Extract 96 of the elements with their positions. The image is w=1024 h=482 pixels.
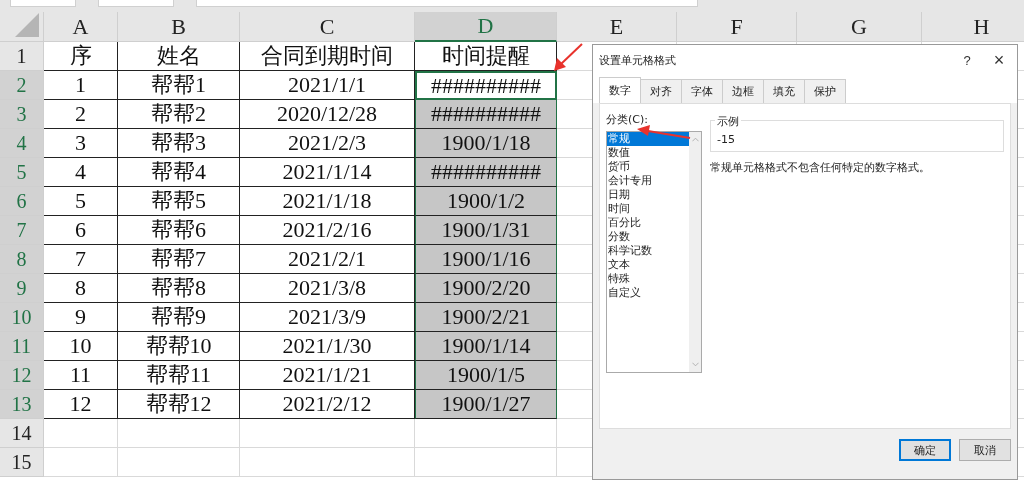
select-all-corner[interactable] <box>0 12 44 42</box>
dialog-button[interactable]: 取消 <box>959 439 1011 461</box>
row-header[interactable]: 4 <box>0 129 44 158</box>
scrollbar[interactable] <box>689 132 701 372</box>
row-header[interactable]: 12 <box>0 361 44 390</box>
row-header[interactable]: 15 <box>0 448 44 477</box>
table-cell: 4 <box>44 158 118 187</box>
table-cell: 1900/1/31 <box>415 216 557 245</box>
help-button[interactable]: ? <box>953 48 981 72</box>
row-header[interactable]: 10 <box>0 303 44 332</box>
table-cell: 帮帮3 <box>118 129 240 158</box>
table-cell: 帮帮12 <box>118 390 240 419</box>
row-header[interactable]: 2 <box>0 71 44 100</box>
table-cell: 10 <box>44 332 118 361</box>
table-cell: 1900/1/5 <box>415 361 557 390</box>
table-cell: ########## <box>415 100 557 129</box>
category-item[interactable]: 分数 <box>607 230 689 244</box>
table-cell: 1900/1/27 <box>415 390 557 419</box>
category-item[interactable]: 日期 <box>607 188 689 202</box>
close-button[interactable]: × <box>985 48 1013 72</box>
table-cell: 3 <box>44 129 118 158</box>
column-header[interactable]: G <box>797 12 922 42</box>
row-header[interactable]: 8 <box>0 245 44 274</box>
table-cell: 帮帮11 <box>118 361 240 390</box>
category-item[interactable]: 特殊 <box>607 272 689 286</box>
column-header[interactable]: B <box>118 12 240 42</box>
dialog-button[interactable]: 确定 <box>899 439 951 461</box>
column-header[interactable]: C <box>240 12 415 42</box>
dialog-tab[interactable]: 保护 <box>804 79 846 103</box>
table-cell: 1900/1/18 <box>415 129 557 158</box>
sample-label: 示例 <box>715 114 741 129</box>
table-cell: 11 <box>44 361 118 390</box>
row-header[interactable]: 7 <box>0 216 44 245</box>
table-cell: 9 <box>44 303 118 332</box>
table-cell: 8 <box>44 274 118 303</box>
table-cell: 合同到期时间 <box>240 42 415 71</box>
table-cell: 1 <box>44 71 118 100</box>
column-header[interactable]: E <box>557 12 677 42</box>
category-label: 分类(C): <box>606 112 649 127</box>
category-item[interactable]: 数值 <box>607 146 689 160</box>
table-cell: 姓名 <box>118 42 240 71</box>
table-cell: 5 <box>44 187 118 216</box>
row-header[interactable]: 13 <box>0 390 44 419</box>
dialog-title: 设置单元格格式 <box>599 52 677 68</box>
table-cell: 7 <box>44 245 118 274</box>
column-header[interactable]: H <box>922 12 1024 42</box>
category-item[interactable]: 常规 <box>607 132 689 146</box>
table-cell: 帮帮10 <box>118 332 240 361</box>
sample-value: -15 <box>717 132 735 146</box>
table-cell: 序 <box>44 42 118 71</box>
table-cell: 12 <box>44 390 118 419</box>
table-cell: 1900/1/16 <box>415 245 557 274</box>
table-cell: 帮帮8 <box>118 274 240 303</box>
table-cell: 帮帮2 <box>118 100 240 129</box>
category-list[interactable]: 常规 数值 货币 会计专用 日期 时间 百分比 分数 科学记数 文本 特殊 自定义 <box>606 131 702 373</box>
dialog-tab[interactable]: 对齐 <box>640 79 682 103</box>
table-cell: ########## <box>415 158 557 187</box>
category-item[interactable]: 科学记数 <box>607 244 689 258</box>
table-cell: 1900/2/20 <box>415 274 557 303</box>
scroll-down-icon[interactable] <box>691 362 699 367</box>
category-item[interactable]: 文本 <box>607 258 689 272</box>
table-cell: 帮帮1 <box>118 71 240 100</box>
category-item[interactable]: 百分比 <box>607 216 689 230</box>
row-header[interactable]: 14 <box>0 419 44 448</box>
scroll-up-icon[interactable] <box>691 137 699 142</box>
column-header[interactable]: D <box>415 12 557 42</box>
row-header[interactable]: 1 <box>0 42 44 71</box>
annotation-arrow <box>554 43 583 71</box>
dialog-tab[interactable]: 数字 <box>599 77 641 103</box>
row-header[interactable]: 9 <box>0 274 44 303</box>
annotation-arrow <box>637 125 691 139</box>
table-cell: 1900/1/14 <box>415 332 557 361</box>
dialog-tab[interactable]: 字体 <box>681 79 723 103</box>
column-header[interactable]: F <box>677 12 797 42</box>
row-header[interactable]: 11 <box>0 332 44 361</box>
column-header[interactable]: A <box>44 12 118 42</box>
category-item[interactable]: 货币 <box>607 160 689 174</box>
row-header[interactable]: 3 <box>0 100 44 129</box>
category-item[interactable]: 会计专用 <box>607 174 689 188</box>
category-item[interactable]: 时间 <box>607 202 689 216</box>
row-header[interactable]: 6 <box>0 187 44 216</box>
table-cell: ########## <box>415 71 557 100</box>
table-cell: 1900/1/2 <box>415 187 557 216</box>
dialog-tab[interactable]: 填充 <box>763 79 805 103</box>
dialog-tab[interactable]: 边框 <box>722 79 764 103</box>
format-description: 常规单元格格式不包含任何特定的数字格式。 <box>710 160 931 175</box>
table-cell: 2 <box>44 100 118 129</box>
table-cell: 1900/2/21 <box>415 303 557 332</box>
table-cell: 6 <box>44 216 118 245</box>
category-item[interactable]: 自定义 <box>607 286 689 300</box>
table-cell: 帮帮7 <box>118 245 240 274</box>
table-cell: 帮帮5 <box>118 187 240 216</box>
table-cell: 帮帮9 <box>118 303 240 332</box>
table-cell: 帮帮4 <box>118 158 240 187</box>
table-cell: 帮帮6 <box>118 216 240 245</box>
row-header[interactable]: 5 <box>0 158 44 187</box>
